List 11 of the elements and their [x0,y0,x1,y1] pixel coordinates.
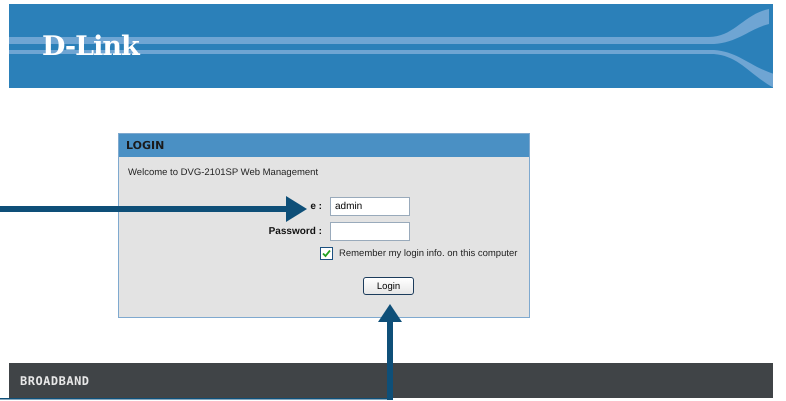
footer-text: BROADBAND [20,374,90,388]
welcome-text: Welcome to DVG-2101SP Web Management [128,167,320,178]
field-label: Password : [268,226,322,237]
checkbox-label: Remember my login info. on this computer [339,248,518,259]
field-label: e : [310,201,322,212]
checkbox[interactable] [320,247,333,260]
input-field[interactable]: admin [330,197,410,216]
panel-title: LOGIN [126,139,164,152]
login-button[interactable]: Login [363,277,414,295]
logo: D-Link [42,30,139,62]
input-field[interactable] [330,222,410,241]
